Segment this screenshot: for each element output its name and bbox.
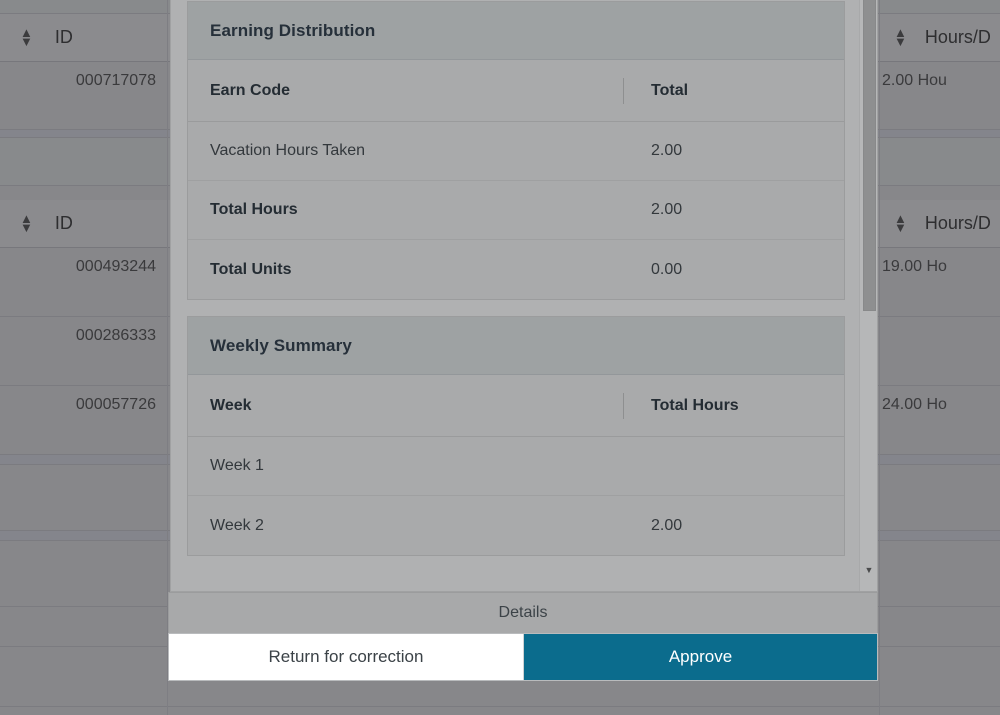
chevron-down-icon[interactable]: ▼ — [860, 562, 877, 578]
column-header-label: Hours/D — [924, 213, 991, 233]
grid-header: Earn Code Total — [188, 60, 844, 122]
cell-earn-code: Vacation Hours Taken — [210, 142, 366, 159]
approve-button[interactable]: Approve — [524, 634, 877, 680]
grid-header: Week Total Hours — [188, 375, 844, 437]
table-row[interactable]: Vacation Hours Taken 2.00 — [188, 122, 844, 181]
sort-updown-icon[interactable]: ▲ ▼ — [894, 212, 907, 233]
column-header-week: Week — [210, 396, 252, 414]
cell-hours: 2.00 Hou — [882, 72, 947, 89]
scrollbar-thumb[interactable] — [863, 0, 876, 311]
cell-id: 000057726 — [75, 396, 156, 413]
column-header-label: Hours/D — [924, 27, 991, 47]
card-title: Earning Distribution — [188, 2, 844, 60]
column-header-earn-code: Earn Code — [210, 81, 291, 99]
cell-total: 2.00 — [651, 142, 683, 159]
timesheet-detail-modal: Earning Distribution Earn Code Total Vac… — [170, 0, 878, 592]
column-header-hours-2[interactable]: ▲ ▼ Hours/D — [878, 200, 1000, 247]
cell-id: 000717078 — [75, 72, 156, 89]
column-header-id-2[interactable]: ▲ ▼ ID — [0, 200, 168, 247]
column-header-total-hours: Total Hours — [623, 392, 844, 419]
table-row[interactable]: Week 2 2.00 — [188, 496, 844, 555]
modal-scroll-content: Earning Distribution Earn Code Total Vac… — [171, 0, 861, 591]
action-button-bar: Return for correction Approve — [168, 633, 878, 681]
modal-scrollbar[interactable]: ▼ — [859, 0, 877, 591]
modal-footer: Details Return for correction Approve — [168, 592, 878, 682]
cell-hours — [878, 317, 1000, 385]
weekly-summary-card: Weekly Summary Week Total Hours Week 1 W… — [187, 316, 845, 556]
card-title: Weekly Summary — [188, 317, 844, 375]
sort-updown-icon[interactable]: ▲ ▼ — [20, 212, 33, 233]
cell-id: 000286333 — [75, 327, 156, 344]
table-row[interactable]: Total Units 0.00 — [188, 240, 844, 299]
cell-total: 0.00 — [651, 260, 683, 278]
sort-updown-icon[interactable]: ▲ ▼ — [20, 26, 33, 47]
cell-total: 2.00 — [651, 201, 683, 218]
background-divider — [879, 0, 880, 715]
table-row[interactable]: Total Hours 2.00 — [188, 181, 844, 240]
column-header-total: Total — [623, 77, 844, 104]
column-header-label: ID — [54, 213, 73, 233]
column-header-hours-1[interactable]: ▲ ▼ Hours/D — [878, 14, 1000, 61]
cell-week: Week 2 — [210, 516, 264, 534]
cell-earn-code: Total Hours — [210, 201, 298, 218]
cell-earn-code: Total Units — [210, 260, 292, 278]
column-header-label: ID — [54, 27, 73, 47]
cell-hours: 24.00 Ho — [882, 396, 947, 413]
cell-total-hours: 2.00 — [651, 516, 683, 534]
cell-id: 000493244 — [75, 258, 156, 275]
details-tab[interactable]: Details — [168, 592, 878, 633]
table-row[interactable]: Week 1 — [188, 437, 844, 496]
details-label: Details — [498, 604, 548, 621]
column-header-id-1[interactable]: ▲ ▼ ID — [0, 14, 168, 61]
cell-week: Week 1 — [210, 457, 264, 474]
return-for-correction-button[interactable]: Return for correction — [169, 634, 524, 680]
cell-hours: 19.00 Ho — [882, 258, 947, 275]
earning-distribution-card: Earning Distribution Earn Code Total Vac… — [187, 1, 845, 300]
sort-updown-icon[interactable]: ▲ ▼ — [894, 26, 907, 47]
